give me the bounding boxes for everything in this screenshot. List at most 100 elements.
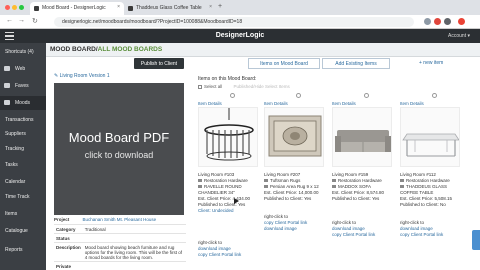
sidebar-item-transactions[interactable]: Transactions xyxy=(0,113,46,127)
tab-items-on-mood-board[interactable]: Items on Mood Board xyxy=(248,58,320,69)
supplier-icon xyxy=(198,179,202,183)
extension-icon[interactable] xyxy=(434,18,441,25)
sidebar-item-shortcuts[interactable]: Shortcuts (4) xyxy=(0,45,46,59)
sidebar-item-label: Tracking xyxy=(5,146,24,152)
item-details-link[interactable]: Item Details xyxy=(198,101,222,106)
sidebar-item-tasks[interactable]: Tasks xyxy=(0,158,46,172)
maximize-window-icon[interactable] xyxy=(19,5,24,10)
item-client-status[interactable]: Client: Undecided xyxy=(198,208,234,213)
sidebar-item-time-track[interactable]: Time Track xyxy=(0,190,46,204)
minimize-window-icon[interactable] xyxy=(12,5,17,10)
sidebar-item-faves[interactable]: Faves xyxy=(0,79,46,93)
sidebar-item-label: Shortcuts (4) xyxy=(5,49,34,55)
close-tab-icon[interactable]: × xyxy=(209,4,212,10)
close-tab-icon[interactable]: × xyxy=(117,4,120,10)
item-image[interactable] xyxy=(400,107,460,167)
item-select-radio[interactable] xyxy=(432,93,437,98)
item-card: Item Details Living Room #207 Tuftsman R… xyxy=(264,93,328,265)
sidebar-item-reports[interactable]: Reports xyxy=(0,243,46,257)
account-menu[interactable]: Account ▾ xyxy=(448,33,470,39)
download-image-link[interactable]: download image xyxy=(332,226,365,231)
item-card: Item Details Living Room #159 Restoratio… xyxy=(332,93,396,265)
back-icon[interactable]: ← xyxy=(6,17,13,24)
sidebar-item-tracking[interactable]: Tracking xyxy=(0,142,46,156)
info-key: Description xyxy=(54,242,83,262)
sidebar-item-label: Reports xyxy=(5,247,23,253)
sidebar: Shortcuts (4) Web Faves Moods Transactio… xyxy=(0,43,46,270)
select-all-checkbox[interactable] xyxy=(198,84,202,89)
item-room: Living Room #159 xyxy=(332,172,369,177)
profile-avatar-icon[interactable] xyxy=(458,18,465,25)
item-details-link[interactable]: Item Details xyxy=(400,101,424,106)
side-panel-toggle[interactable] xyxy=(472,230,480,250)
item-name-row: THADDEUS GLASS xyxy=(400,184,447,189)
sidebar-item-label: Moods xyxy=(15,100,31,106)
browser-tab-coffee-table[interactable]: Thaddeus Glass Coffee Table × xyxy=(124,2,216,15)
item-name: Persian Area Rug 9 x 12 xyxy=(270,184,319,189)
table-row: Category Traditional xyxy=(54,224,186,234)
info-value: Mood board showing beach furniture and r… xyxy=(82,242,186,262)
copy-portal-link[interactable]: copy Client Portal link xyxy=(332,232,375,237)
item-image[interactable] xyxy=(332,107,392,167)
breadcrumb-link-all[interactable]: ALL MOOD BOARDS xyxy=(98,46,163,53)
project-row: Project Buchanan Smith Mt. Pleasant Hous… xyxy=(54,217,156,222)
app-header: DesignerLogic Account ▾ xyxy=(0,29,480,43)
forward-icon[interactable]: → xyxy=(18,17,25,24)
right-click-hint: right-click to xyxy=(332,220,357,225)
chandelier-image xyxy=(199,108,257,166)
table-row: Status xyxy=(54,233,186,243)
new-tab-icon[interactable]: + xyxy=(218,3,222,10)
tab-title: Mood Board - DesignerLogic xyxy=(42,5,106,11)
url-bar[interactable]: designerlogic.net/moodboards/moodboard/?… xyxy=(54,17,414,27)
sidebar-item-items[interactable]: Items xyxy=(0,207,46,221)
download-image-link[interactable]: download image xyxy=(400,226,433,231)
copy-portal-link[interactable]: copy Client Portal link xyxy=(264,220,307,225)
close-window-icon[interactable] xyxy=(5,5,10,10)
download-image-link[interactable]: download image xyxy=(198,246,231,251)
item-select-radio[interactable] xyxy=(230,93,235,98)
item-select-radio[interactable] xyxy=(296,93,301,98)
table-row: Private Note xyxy=(54,261,186,270)
items-section-label: Items on this Mood Board: xyxy=(198,76,257,82)
item-room: Living Room #112 xyxy=(400,172,436,177)
monitor-icon xyxy=(4,66,10,71)
site-favicon-icon xyxy=(34,6,39,11)
item-icon xyxy=(198,185,202,189)
copy-portal-link[interactable]: copy Client Portal link xyxy=(198,252,241,257)
sidebar-item-label: Time Track xyxy=(5,194,30,200)
mood-board-info-table: Category Traditional Status Description Mo… xyxy=(54,224,186,270)
item-details-link[interactable]: Item Details xyxy=(332,101,356,106)
publish-to-client-button[interactable]: Publish to Client xyxy=(134,58,184,69)
tab-add-existing-items[interactable]: Add Existing Items xyxy=(322,58,390,69)
item-supplier: Restoration Hardware xyxy=(332,178,382,183)
item-icon xyxy=(400,185,404,189)
item-select-radio[interactable] xyxy=(364,93,369,98)
copy-portal-link[interactable]: copy Client Portal link xyxy=(400,232,443,237)
publish-selected-link[interactable]: Published/Hide Select Items xyxy=(234,84,290,89)
sidebar-item-catalogue[interactable]: Catalogue xyxy=(0,224,46,238)
reload-icon[interactable]: ↻ xyxy=(32,17,38,25)
breadcrumb: MOOD BOARD/ALL MOOD BOARDS xyxy=(50,46,162,53)
sidebar-item-suppliers[interactable]: Suppliers xyxy=(0,127,46,141)
item-est-price: Est. Client Price: 4,434.00 xyxy=(198,196,251,201)
sidebar-item-web[interactable]: Web xyxy=(0,62,46,76)
item-details-link[interactable]: Item Details xyxy=(264,101,288,106)
item-supplier: Tuftsman Rugs xyxy=(264,178,300,183)
rug-image xyxy=(265,108,323,166)
browser-tab-moodboard[interactable]: Mood Board - DesignerLogic × xyxy=(30,2,124,15)
sidebar-item-moods[interactable]: Moods xyxy=(0,96,46,110)
mood-board-pdf-download[interactable]: Mood Board PDF click to download xyxy=(54,83,184,215)
sidebar-item-calendar[interactable]: Calendar xyxy=(0,175,46,189)
item-name-row: Persian Area Rug 9 x 12 xyxy=(264,184,319,189)
item-name-row: MADDOX SOFA xyxy=(332,184,371,189)
item-image[interactable] xyxy=(198,107,258,167)
new-item-button[interactable]: + new item xyxy=(419,60,443,66)
item-est-price: Est. Client Price: 5,508.15 xyxy=(400,196,453,201)
info-key: Status xyxy=(54,233,83,243)
room-version-link[interactable]: ✎ Living Room Version 1 xyxy=(54,73,110,79)
extension-icon[interactable] xyxy=(424,18,431,25)
project-link[interactable]: Buchanan Smith Mt. Pleasant House xyxy=(83,217,157,222)
download-image-link[interactable]: download image xyxy=(264,226,297,231)
extension-icon[interactable] xyxy=(444,18,451,25)
item-image[interactable] xyxy=(264,107,324,167)
